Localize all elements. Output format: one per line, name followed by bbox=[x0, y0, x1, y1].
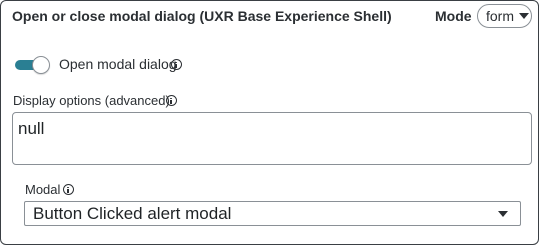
modal-label: Modal bbox=[25, 182, 61, 197]
mode-select[interactable]: form bbox=[477, 4, 532, 28]
panel-title: Open or close modal dialog (UXR Base Exp… bbox=[12, 8, 392, 24]
mode-label: Mode bbox=[435, 8, 472, 24]
info-icon[interactable] bbox=[171, 59, 182, 70]
info-icon[interactable] bbox=[63, 184, 74, 195]
modal-select[interactable]: Button Clicked alert modal bbox=[24, 201, 521, 226]
chevron-down-icon bbox=[498, 210, 508, 217]
mode-select-value: form bbox=[486, 8, 514, 24]
info-icon[interactable] bbox=[166, 95, 177, 106]
open-modal-toggle-label: Open modal dialog bbox=[59, 56, 177, 72]
open-modal-toggle[interactable] bbox=[15, 56, 50, 74]
modal-select-value: Button Clicked alert modal bbox=[33, 203, 232, 223]
display-options-label: Display options (advanced) bbox=[13, 93, 170, 108]
display-options-textarea[interactable]: null bbox=[12, 112, 532, 165]
action-config-panel: Open or close modal dialog (UXR Base Exp… bbox=[0, 0, 539, 245]
toggle-knob bbox=[32, 56, 50, 74]
chevron-down-icon bbox=[519, 13, 529, 19]
